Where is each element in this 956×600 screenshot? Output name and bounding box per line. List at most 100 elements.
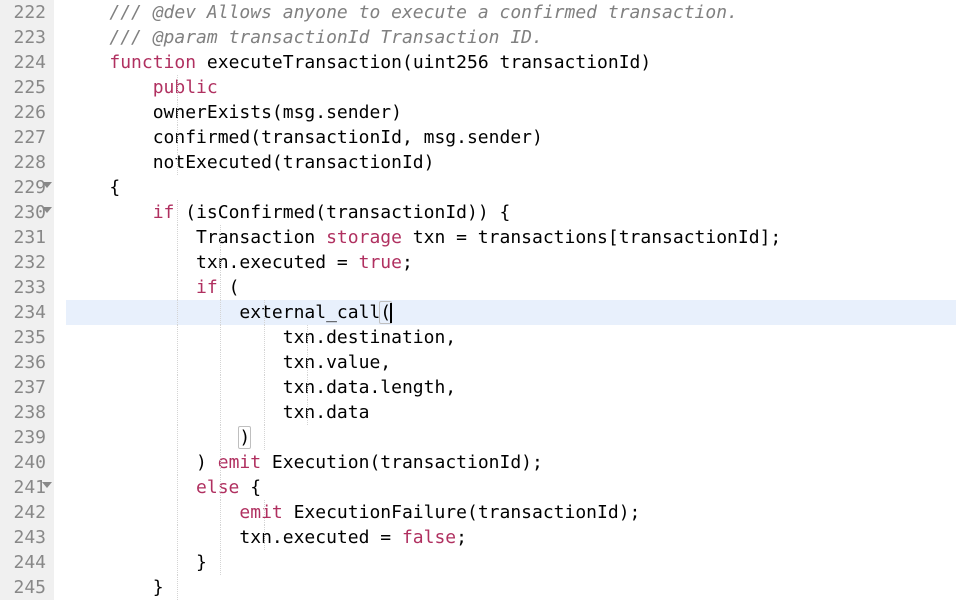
- indent-guide: [264, 525, 265, 550]
- code-line[interactable]: confirmed(transactionId, msg.sender): [66, 125, 956, 150]
- line-number[interactable]: 237: [6, 375, 46, 400]
- code-line[interactable]: emit ExecutionFailure(transactionId);: [66, 500, 956, 525]
- line-number[interactable]: 224: [6, 50, 46, 75]
- line-number[interactable]: 239: [6, 425, 46, 450]
- indent-guide: [177, 75, 178, 100]
- code-token: {: [109, 177, 120, 198]
- indent-guide: [264, 350, 265, 375]
- fold-toggle-icon[interactable]: [42, 482, 52, 488]
- code-token: txn.destination,: [283, 327, 456, 348]
- code-line[interactable]: ownerExists(msg.sender): [66, 100, 956, 125]
- indent-guide: [220, 225, 221, 250]
- code-token: /// @param transactionId Transaction ID.: [109, 27, 542, 48]
- code-line[interactable]: txn.data: [66, 400, 956, 425]
- indent-guide: [177, 400, 178, 425]
- code-editor[interactable]: 2222232242252262272282292302312322332342…: [0, 0, 956, 600]
- line-number[interactable]: 244: [6, 550, 46, 575]
- indent-guide: [177, 350, 178, 375]
- bracket-match: ): [238, 426, 251, 449]
- fold-toggle-icon[interactable]: [42, 207, 52, 213]
- code-line[interactable]: notExecuted(transactionId): [66, 150, 956, 175]
- line-number[interactable]: 242: [6, 500, 46, 525]
- line-number-gutter[interactable]: 2222232242252262272282292302312322332342…: [0, 0, 54, 600]
- code-line[interactable]: if (isConfirmed(transactionId)) {: [66, 200, 956, 225]
- indent-guide: [307, 375, 308, 400]
- code-token: true: [359, 252, 402, 273]
- indent-guide: [177, 125, 178, 150]
- line-number[interactable]: 240: [6, 450, 46, 475]
- code-line[interactable]: txn.executed = true;: [66, 250, 956, 275]
- indent-whitespace: [66, 152, 153, 173]
- indent-guide: [177, 500, 178, 525]
- code-area[interactable]: /// @dev Allows anyone to execute a conf…: [54, 0, 956, 600]
- line-number[interactable]: 227: [6, 125, 46, 150]
- code-line[interactable]: else {: [66, 475, 956, 500]
- line-number[interactable]: 235: [6, 325, 46, 350]
- code-line[interactable]: txn.value,: [66, 350, 956, 375]
- code-token: if: [153, 202, 175, 223]
- indent-guide: [177, 250, 178, 275]
- code-token: }: [196, 552, 207, 573]
- indent-guide: [220, 400, 221, 425]
- line-number[interactable]: 232: [6, 250, 46, 275]
- indent-guide: [177, 475, 178, 500]
- code-line[interactable]: txn.executed = false;: [66, 525, 956, 550]
- indent-whitespace: [66, 127, 153, 148]
- code-line[interactable]: /// @param transactionId Transaction ID.: [66, 25, 956, 50]
- indent-guide: [264, 325, 265, 350]
- indent-whitespace: [66, 402, 283, 423]
- code-line[interactable]: }: [66, 550, 956, 575]
- indent-guide: [177, 200, 178, 225]
- indent-whitespace: [66, 352, 283, 373]
- indent-guide: [220, 475, 221, 500]
- line-number[interactable]: 228: [6, 150, 46, 175]
- indent-whitespace: [66, 577, 153, 598]
- code-line[interactable]: if (: [66, 275, 956, 300]
- code-line[interactable]: txn.data.length,: [66, 375, 956, 400]
- code-token: ;: [402, 252, 413, 273]
- line-number[interactable]: 222: [6, 0, 46, 25]
- indent-guide: [220, 450, 221, 475]
- indent-guide: [220, 250, 221, 275]
- code-line[interactable]: ) emit Execution(transactionId);: [66, 450, 956, 475]
- code-token: txn.data: [283, 402, 370, 423]
- code-token: executeTransaction(: [196, 52, 413, 73]
- indent-guide: [264, 500, 265, 525]
- line-number[interactable]: 241: [6, 475, 46, 500]
- code-line[interactable]: function executeTransaction(uint256 tran…: [66, 50, 956, 75]
- indent-guide: [177, 325, 178, 350]
- indent-guide: [177, 550, 178, 575]
- line-number[interactable]: 225: [6, 75, 46, 100]
- line-number[interactable]: 223: [6, 25, 46, 50]
- indent-guide: [220, 375, 221, 400]
- line-number[interactable]: 229: [6, 175, 46, 200]
- indent-whitespace: [66, 77, 153, 98]
- indent-whitespace: [66, 202, 153, 223]
- code-line[interactable]: }: [66, 575, 956, 600]
- code-token: transactionId): [489, 52, 652, 73]
- code-token: uint256: [413, 52, 489, 73]
- line-number[interactable]: 243: [6, 525, 46, 550]
- fold-toggle-icon[interactable]: [42, 182, 52, 188]
- line-number[interactable]: 245: [6, 575, 46, 600]
- indent-guide: [177, 425, 178, 450]
- indent-guide: [177, 100, 178, 125]
- code-line[interactable]: Transaction storage txn = transactions[t…: [66, 225, 956, 250]
- line-number[interactable]: 234: [6, 300, 46, 325]
- indent-whitespace: [66, 327, 283, 348]
- code-line[interactable]: /// @dev Allows anyone to execute a conf…: [66, 0, 956, 25]
- line-number[interactable]: 238: [6, 400, 46, 425]
- line-number[interactable]: 230: [6, 200, 46, 225]
- code-token: if: [196, 277, 218, 298]
- code-line[interactable]: external_call(: [66, 300, 956, 325]
- code-line[interactable]: ): [66, 425, 956, 450]
- code-line[interactable]: {: [66, 175, 956, 200]
- line-number[interactable]: 233: [6, 275, 46, 300]
- code-line[interactable]: public: [66, 75, 956, 100]
- line-number[interactable]: 226: [6, 100, 46, 125]
- indent-whitespace: [66, 177, 109, 198]
- indent-whitespace: [66, 52, 109, 73]
- line-number[interactable]: 231: [6, 225, 46, 250]
- line-number[interactable]: 236: [6, 350, 46, 375]
- code-line[interactable]: txn.destination,: [66, 325, 956, 350]
